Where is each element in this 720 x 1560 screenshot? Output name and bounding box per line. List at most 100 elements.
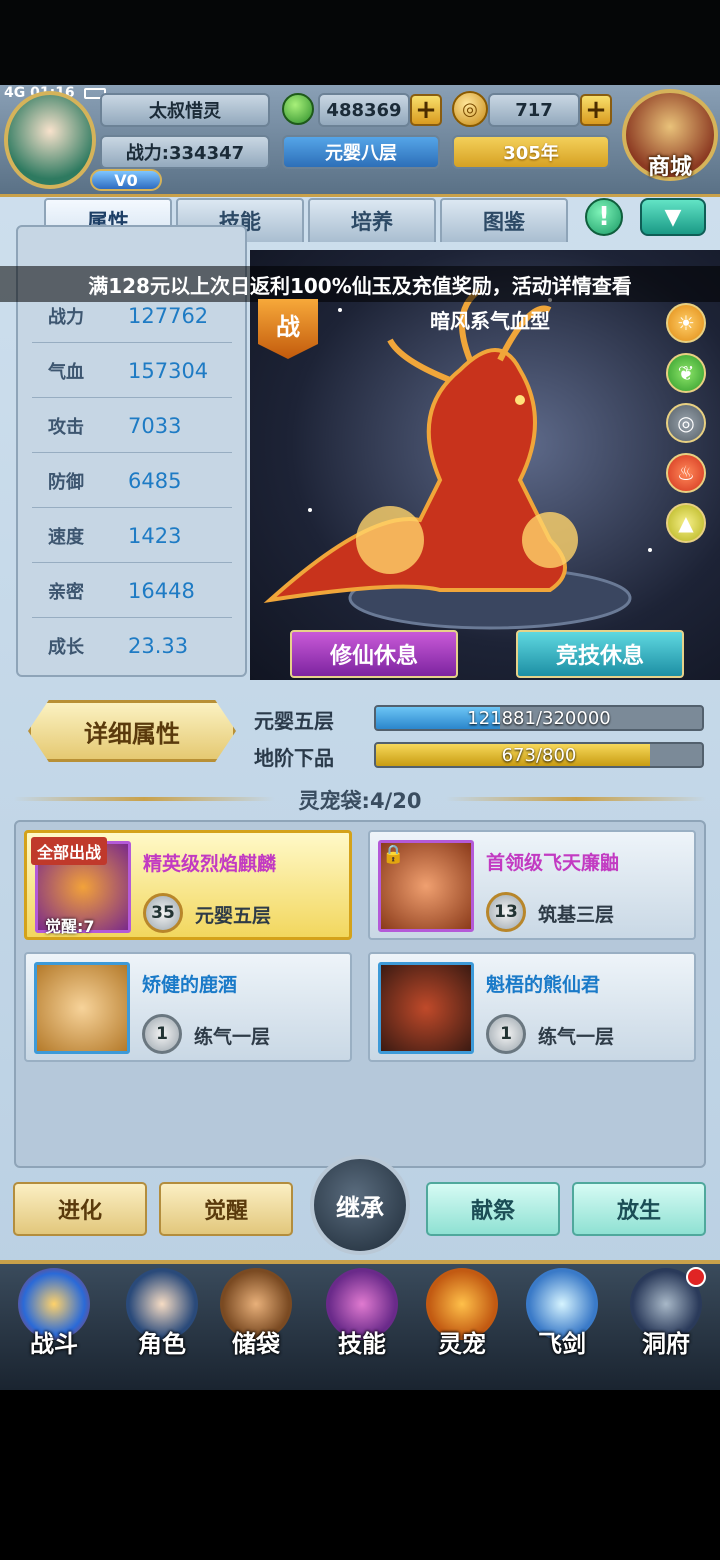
stat-value: 127762: [128, 303, 209, 328]
level-progress-bar: 121881/320000: [374, 705, 704, 731]
grade-progress-label: 地阶下品: [254, 746, 334, 770]
pet-card[interactable]: 🔒 首领级飞天廉鼬 13 筑基三层: [368, 830, 696, 940]
pet-name: 首领级飞天廉鼬: [486, 852, 620, 874]
pet-name: 魁梧的熊仙君: [486, 974, 601, 996]
add-jade-button[interactable]: +: [410, 94, 442, 126]
add-gold-button[interactable]: +: [580, 94, 612, 126]
level-progress-text: 121881/320000: [467, 707, 611, 729]
notification-dot: [686, 1267, 706, 1287]
wood-element-icon[interactable]: ❦: [666, 353, 706, 393]
stat-row: 防御 6485: [32, 454, 232, 508]
all-battle-tag: 全部出战: [31, 837, 108, 865]
stat-value: 1423: [128, 523, 182, 548]
fire-element-icon[interactable]: ♨: [666, 453, 706, 493]
stat-row: 成长 23.33: [32, 619, 232, 673]
stat-row: 攻击 7033: [32, 399, 232, 453]
pet-name: 矫健的鹿酒: [142, 974, 238, 996]
vip-badge[interactable]: V0: [90, 169, 162, 191]
pet-name: 精英级烈焰麒麟: [143, 853, 277, 875]
grade-progress-text: 673/800: [501, 744, 577, 766]
nav-label: 技能: [338, 1330, 386, 1358]
awaken-level: 觉醒:7: [45, 917, 95, 936]
stat-label: 攻击: [48, 416, 84, 438]
nav-label: 飞剑: [538, 1330, 586, 1358]
grade-progress-bar: 673/800: [374, 742, 704, 768]
inherit-button[interactable]: 继承: [310, 1155, 410, 1255]
nav-character[interactable]: 角色: [114, 1264, 210, 1374]
level-progress-label: 元婴五层: [254, 709, 334, 733]
nav-label: 战斗: [30, 1330, 78, 1358]
stat-label: 亲密: [48, 581, 84, 603]
nav-spirit-pet[interactable]: 灵宠: [414, 1264, 510, 1374]
player-realm: 元婴八层: [282, 135, 440, 169]
pet-level-badge: 1: [486, 1014, 526, 1054]
stat-value: 157304: [128, 358, 209, 383]
game-screen: 4G 01:16 太叔惜灵 战力:334347 488369 + ◎ 717 +…: [0, 85, 720, 1390]
pet-card[interactable]: 矫健的鹿酒 1 练气一层: [24, 952, 352, 1062]
stat-value: 16448: [128, 578, 195, 603]
nav-storage[interactable]: 储袋: [208, 1264, 304, 1374]
bottom-letterbox: [0, 1390, 720, 1560]
arena-rest-button[interactable]: 竞技休息: [516, 630, 684, 678]
nav-battle[interactable]: 战斗: [6, 1264, 102, 1374]
nav-skills[interactable]: 技能: [314, 1264, 410, 1374]
nav-label: 灵宠: [438, 1330, 486, 1358]
pet-realm: 元婴五层: [195, 905, 272, 927]
network-indicator: 4G: [4, 85, 26, 101]
pet-realm: 筑基三层: [538, 904, 615, 926]
player-avatar[interactable]: [4, 91, 96, 189]
cultivate-rest-button[interactable]: 修仙休息: [290, 630, 458, 678]
tab-training[interactable]: 培养: [308, 198, 436, 242]
nav-label: 储袋: [232, 1330, 280, 1358]
pet-list: 全部出战 觉醒:7 精英级烈焰麒麟 35 元婴五层 🔒 首领级飞天廉鼬 13 筑…: [14, 820, 706, 1168]
evolve-button[interactable]: 进化: [13, 1182, 147, 1236]
shop-label[interactable]: 商城: [620, 149, 720, 181]
tab-codex[interactable]: 图鉴: [440, 198, 568, 242]
lock-icon: 🔒: [382, 844, 405, 865]
pet-realm: 练气一层: [194, 1026, 271, 1048]
sacrifice-button[interactable]: 献祭: [426, 1182, 560, 1236]
top-letterbox: [0, 0, 720, 85]
bottom-nav: 战斗 角色 储袋 技能 灵宠 飞剑 洞府: [0, 1260, 720, 1390]
stat-row: 亲密 16448: [32, 564, 232, 618]
awaken-button[interactable]: 觉醒: [159, 1182, 293, 1236]
release-button[interactable]: 放生: [572, 1182, 706, 1236]
jade-amount: 488369: [318, 93, 410, 127]
stat-row: 速度 1423: [32, 509, 232, 563]
wind-element-icon[interactable]: ◎: [666, 403, 706, 443]
stat-row: 气血 157304: [32, 344, 232, 398]
gold-amount: 717: [488, 93, 580, 127]
sun-element-icon[interactable]: ☀: [666, 303, 706, 343]
stat-value: 7033: [128, 413, 182, 438]
pet-level-badge: 1: [142, 1014, 182, 1054]
nav-flying-sword[interactable]: 飞剑: [514, 1264, 610, 1374]
stat-label: 战力: [48, 306, 84, 328]
stat-label: 防御: [48, 471, 84, 493]
stat-label: 成长: [48, 637, 84, 658]
pet-level-badge: 13: [486, 892, 526, 932]
info-icon[interactable]: !: [585, 198, 623, 236]
pet-portrait: [378, 962, 474, 1054]
jade-icon: [282, 93, 314, 125]
pet-bag-count: 灵宠袋:4/20: [298, 789, 422, 813]
stat-label: 速度: [48, 526, 84, 548]
stat-value: 6485: [128, 468, 182, 493]
nav-label: 角色: [138, 1330, 186, 1358]
stat-label: 气血: [48, 361, 84, 383]
pet-realm: 练气一层: [538, 1026, 615, 1048]
player-power: 战力:334347: [100, 135, 270, 169]
earth-element-icon[interactable]: ▲: [666, 503, 706, 543]
detail-attributes-button[interactable]: 详细属性: [28, 700, 236, 762]
gold-coin-icon: ◎: [452, 91, 488, 127]
pet-card[interactable]: 魁梧的熊仙君 1 练气一层: [368, 952, 696, 1062]
pet-type-label: 暗风系气血型: [430, 309, 550, 333]
stat-value: 23.33: [128, 634, 189, 658]
player-age: 305年: [452, 135, 610, 169]
pet-portrait: [34, 962, 130, 1054]
pet-card[interactable]: 全部出战 觉醒:7 精英级烈焰麒麟 35 元婴五层: [24, 830, 352, 940]
player-name: 太叔惜灵: [100, 93, 270, 127]
pet-level-badge: 35: [143, 893, 183, 933]
nav-label: 洞府: [642, 1330, 690, 1358]
chevron-down-icon[interactable]: ▼: [640, 198, 706, 236]
promo-banner[interactable]: 满128元以上次日返利100%仙玉及充值奖励，活动详情查看: [0, 266, 720, 302]
